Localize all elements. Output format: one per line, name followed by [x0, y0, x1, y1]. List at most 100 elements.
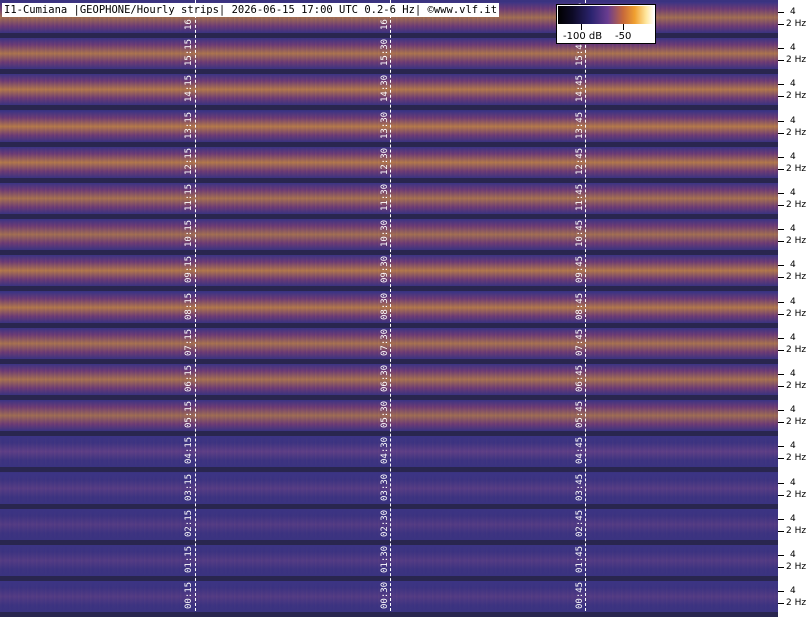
freq-tick-label: 4: [790, 586, 796, 597]
strip-time-label: 13:45: [575, 111, 585, 139]
freq-tick-label: 4: [790, 441, 796, 452]
freq-tick: [778, 591, 784, 593]
strip-separator: [0, 612, 778, 617]
freq-tick-label: 4: [790, 188, 796, 198]
freq-tick-label: 4: [790, 115, 796, 126]
freq-tick-label: 2 Hz: [786, 453, 807, 464]
strip-time-label: 02:30: [380, 509, 390, 537]
colorbar-label-min: -100 dB: [563, 31, 603, 42]
strip-time-label: 01:45: [575, 545, 585, 573]
freq-tick: [778, 349, 784, 351]
strip-time-label: 07:30: [380, 328, 390, 356]
freq-tick-label: 2 Hz: [786, 525, 807, 536]
freq-tick: [778, 374, 784, 375]
colorbar-tick: [581, 24, 582, 30]
freq-tick-label: 4: [790, 477, 796, 488]
freq-tick-label: 4: [790, 296, 796, 307]
freq-tick: [778, 337, 784, 339]
strip-time-label: 05:15: [184, 401, 194, 429]
strip-time-label: 03:45: [575, 473, 585, 501]
strip-time-label: 14:45: [575, 75, 585, 103]
freq-tick-label: 2 Hz: [786, 91, 807, 102]
strip-time-label: 10:15: [184, 220, 194, 248]
strip-time-label: 12:30: [380, 147, 390, 175]
strip-time-label: 09:45: [575, 256, 585, 284]
strip-time-label: 10:45: [575, 220, 585, 248]
strip-time-label: 12:15: [184, 147, 194, 175]
freq-tick: [778, 205, 784, 206]
freq-tick: [778, 313, 784, 315]
strip-time-label: 08:15: [184, 292, 194, 320]
strip-time-label: 08:30: [380, 292, 390, 320]
strip-time-label: 13:15: [184, 111, 194, 139]
freq-tick: [778, 265, 784, 267]
freq-tick-label: 4: [790, 550, 796, 560]
strip-time-label: 06:45: [575, 364, 585, 392]
strip-time-label: 15:30: [380, 39, 390, 67]
strip-time-label: 02:15: [184, 509, 194, 537]
freq-tick: [778, 494, 784, 496]
freq-tick: [778, 277, 784, 279]
strip-time-label: 07:45: [575, 328, 585, 356]
quarter-hour-line: [390, 0, 391, 611]
freq-tick-label: 2 Hz: [786, 200, 807, 210]
freq-tick: [778, 120, 784, 122]
freq-tick-label: 2 Hz: [786, 163, 807, 174]
freq-tick-label: 2 Hz: [786, 381, 807, 391]
strip-time-label: 15:45: [575, 39, 585, 67]
freq-tick: [778, 12, 784, 13]
freq-tick-label: 4: [790, 7, 796, 17]
freq-tick: [778, 422, 784, 424]
freq-tick: [778, 603, 784, 605]
freq-tick-label: 4: [790, 332, 796, 343]
freq-tick: [778, 60, 784, 62]
freq-tick: [778, 530, 784, 532]
freq-tick: [778, 241, 784, 243]
freq-tick: [778, 168, 784, 170]
freq-tick-label: 2 Hz: [786, 598, 807, 609]
strip-time-label: 05:45: [575, 401, 585, 429]
freq-tick-label: 4: [790, 43, 796, 54]
colorbar-label-max: -50: [615, 31, 632, 42]
freq-tick: [778, 482, 784, 484]
freq-tick: [778, 229, 784, 231]
strip-time-label: 08:45: [575, 292, 585, 320]
freq-tick-label: 4: [790, 260, 796, 271]
colorbar-legend: -100 dB -50: [556, 4, 656, 44]
strip-time-label: 00:45: [575, 582, 585, 610]
strip-time-label: 04:15: [184, 437, 194, 465]
colorbar-tick: [623, 24, 624, 30]
freq-tick: [778, 96, 784, 98]
strip-time-label: 00:30: [380, 582, 390, 610]
freq-tick-label: 2 Hz: [786, 55, 807, 66]
freq-tick: [778, 84, 784, 86]
freq-tick-label: 2 Hz: [786, 236, 807, 247]
spectrogram-area: 16:1516:3016:4515:1515:3015:4514:1514:30…: [0, 0, 778, 617]
strip-time-label: 12:45: [575, 147, 585, 175]
strip-time-label: 10:30: [380, 220, 390, 248]
freq-tick: [778, 156, 784, 158]
strip-time-label: 03:30: [380, 473, 390, 501]
strip-time-label: 14:30: [380, 75, 390, 103]
strip-time-label: 01:15: [184, 545, 194, 573]
spectrogram-page: 16:1516:3016:4515:1515:3015:4514:1514:30…: [0, 0, 812, 617]
strip-time-label: 11:45: [575, 183, 585, 211]
freq-tick: [778, 410, 784, 412]
freq-tick: [778, 193, 784, 194]
quarter-hour-line: [585, 0, 586, 611]
freq-tick-label: 2 Hz: [786, 272, 807, 283]
freq-tick: [778, 301, 784, 303]
strip-time-label: 04:30: [380, 437, 390, 465]
freq-tick: [778, 446, 784, 448]
freq-tick-label: 4: [790, 369, 796, 379]
strip-time-label: 07:15: [184, 328, 194, 356]
quarter-hour-line: [195, 0, 196, 611]
freq-tick-label: 2 Hz: [786, 19, 807, 29]
freq-tick: [778, 24, 784, 25]
freq-tick: [778, 555, 784, 556]
freq-tick: [778, 48, 784, 50]
freq-tick-label: 2 Hz: [786, 489, 807, 500]
freq-tick-label: 2 Hz: [786, 127, 807, 138]
strip-time-label: 11:15: [184, 183, 194, 211]
freq-tick-label: 4: [790, 151, 796, 162]
